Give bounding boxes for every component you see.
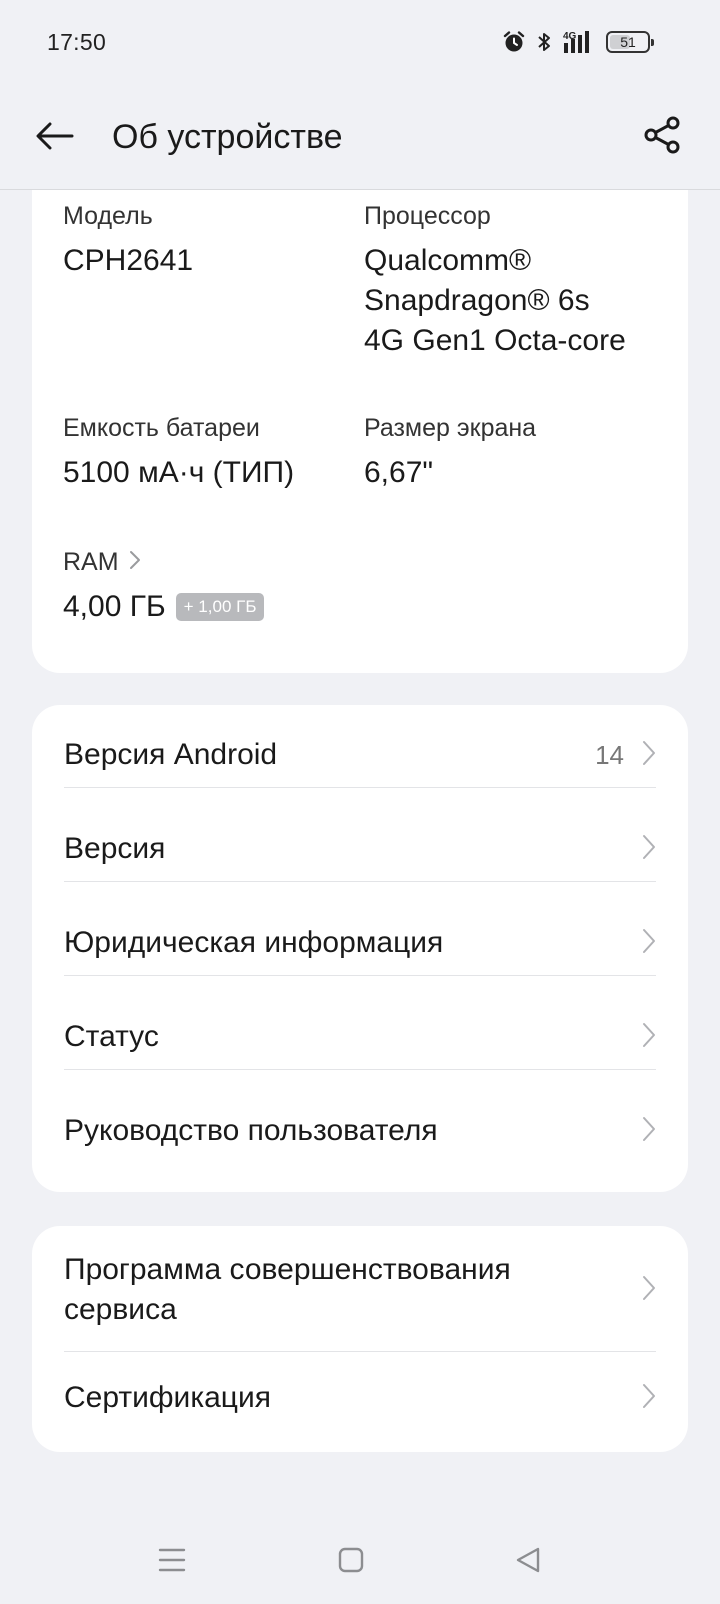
list-item-label: Руководство пользователя (64, 1114, 438, 1147)
spec-processor-label: Процессор (364, 202, 491, 230)
chevron-right-icon (642, 1383, 656, 1414)
page-title: Об устройстве (112, 118, 343, 156)
spec-screen-label: Размер экрана (364, 414, 537, 442)
specs-card: Модель CPH2641 Процессор Qualcomm® Snapd… (32, 160, 688, 673)
chevron-right-icon (642, 834, 656, 865)
divider (64, 975, 656, 976)
android-version-value: 14 (595, 739, 624, 770)
share-icon (643, 115, 683, 160)
chevron-right-icon (642, 1116, 656, 1147)
spec-model-label: Модель (63, 202, 153, 230)
divider (64, 787, 656, 788)
spec-screen-value: 6,67" (364, 456, 434, 489)
spec-ram-label: RAM (63, 548, 119, 576)
spec-processor-line: 4G Gen1 Octa-core (364, 324, 626, 357)
spec-model: Модель CPH2641 (63, 202, 343, 281)
list-item-label: Юридическая информация (64, 926, 444, 959)
back-button[interactable] (34, 117, 76, 159)
about-list-card: Версия Android 14 Версия Юридическая инф… (32, 705, 688, 1192)
status-bar: 17:50 4G 51 (0, 0, 720, 84)
list-item-label: Сертификация (64, 1381, 271, 1414)
spec-model-value: CPH2641 (63, 244, 194, 277)
chevron-right-icon (642, 1275, 656, 1306)
spec-processor-value: Qualcomm® Snapdragon® 6s 4G Gen1 Octa-co… (364, 241, 664, 361)
spec-battery: Емкость батареи 5100 мА·ч (ТИП) (63, 414, 353, 493)
arrow-left-icon (35, 121, 75, 156)
alarm-icon (502, 30, 526, 54)
list-item-version[interactable]: Версия (64, 829, 656, 869)
list-item-label: Программа совершенствования сервиса (64, 1250, 511, 1330)
menu-icon (158, 1547, 186, 1578)
chevron-right-icon (129, 548, 141, 577)
spec-processor-line: Qualcomm® (364, 244, 532, 277)
list-item-label: Версия Android (64, 738, 278, 771)
chevron-right-icon (642, 740, 656, 771)
spec-screen: Размер экрана 6,67" (364, 414, 664, 493)
list-item-legal-info[interactable]: Юридическая информация (64, 923, 656, 963)
spec-processor: Процессор Qualcomm® Snapdragon® 6s 4G Ge… (364, 202, 664, 361)
system-nav-bar (0, 1520, 720, 1604)
divider (64, 1069, 656, 1070)
ram-extension-badge: + 1,00 ГБ (175, 593, 265, 621)
spec-processor-line: Snapdragon® 6s (364, 284, 590, 317)
list-item-android-version[interactable]: Версия Android 14 (64, 735, 656, 775)
list-item-certification[interactable]: Сертификация (64, 1378, 656, 1418)
home-button[interactable] (329, 1540, 373, 1584)
share-button[interactable] (640, 114, 686, 160)
signal-icon: 4G (562, 29, 596, 55)
list-item-label-line: Программа совершенствования (64, 1253, 511, 1286)
spec-ram-value: 4,00 ГБ (63, 590, 166, 623)
list-item-user-guide[interactable]: Руководство пользователя (64, 1111, 656, 1151)
divider (64, 1351, 656, 1352)
list-item-label-line: сервиса (64, 1293, 177, 1326)
recent-apps-button[interactable] (150, 1540, 194, 1584)
list-item-status[interactable]: Статус (64, 1017, 656, 1057)
status-time: 17:50 (47, 28, 107, 55)
list-item-service-improvement[interactable]: Программа совершенствования сервиса (64, 1250, 656, 1330)
app-bar: Об устройстве (0, 84, 720, 190)
divider (64, 881, 656, 882)
nav-back-button[interactable] (506, 1540, 550, 1584)
spec-battery-label: Емкость батареи (63, 414, 260, 442)
battery-level: 51 (620, 34, 636, 50)
spec-battery-value: 5100 мА·ч (ТИП) (63, 456, 295, 489)
chevron-right-icon (642, 1022, 656, 1053)
list-item-label: Статус (64, 1020, 159, 1053)
back-triangle-icon (514, 1546, 542, 1579)
home-icon (337, 1546, 365, 1579)
list-item-label: Версия (64, 832, 166, 865)
battery-icon: 51 (606, 31, 654, 53)
bluetooth-icon (536, 30, 552, 54)
spec-ram[interactable]: RAM 4,00 ГБ + 1,00 ГБ (63, 548, 363, 627)
service-list-card: Программа совершенствования сервиса Серт… (32, 1226, 688, 1452)
chevron-right-icon (642, 928, 656, 959)
status-icons: 4G 51 (502, 29, 654, 55)
